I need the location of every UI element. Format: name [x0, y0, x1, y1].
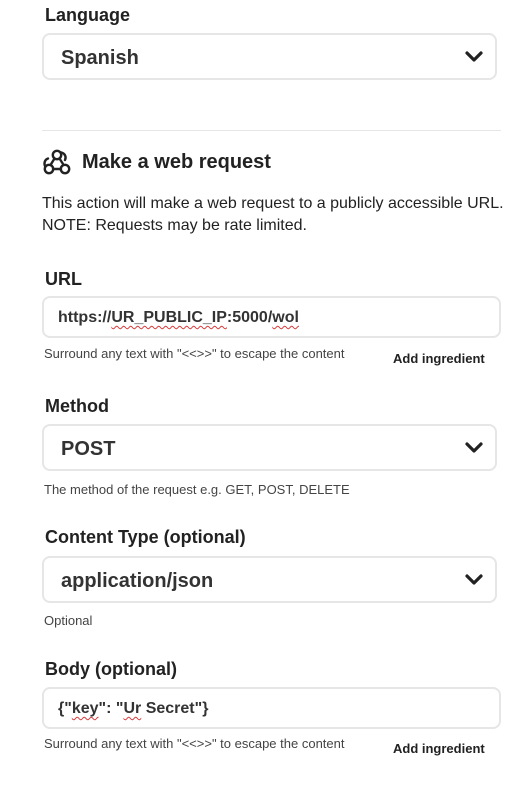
content-type-select[interactable]: application/json	[42, 556, 497, 603]
language-selected-value: Spanish	[61, 47, 139, 69]
url-add-ingredient-button[interactable]: Add ingredient	[393, 351, 485, 367]
body-value-part: {"	[58, 700, 72, 717]
body-helper-text: Surround any text with "<<>>" to escape …	[44, 736, 345, 751]
webhook-icon	[43, 149, 71, 175]
body-value: {"key": "Ur Secret"}	[58, 699, 208, 719]
language-label: Language	[45, 5, 131, 25]
url-value: https://UR_PUBLIC_IP:5000/wol	[58, 308, 299, 328]
description-line-2: NOTE: Requests may be rate limited.	[42, 217, 307, 234]
body-label: Body (optional)	[45, 659, 177, 679]
content-type-label: Content Type (optional)	[45, 527, 246, 547]
body-add-ingredient-button[interactable]: Add ingredient	[393, 741, 485, 757]
method-label: Method	[45, 396, 109, 416]
body-input[interactable]: {"key": "Ur Secret"}	[42, 687, 501, 729]
language-select[interactable]: Spanish	[42, 33, 497, 80]
section-title: Make a web request	[82, 151, 271, 173]
url-value-part: https://	[58, 309, 112, 326]
url-helper-text: Surround any text with "<<>>" to escape …	[44, 346, 345, 361]
method-selected-value: POST	[61, 438, 116, 460]
description-line-1: This action will make a web request to a…	[42, 195, 504, 212]
url-value-part: UR_PUBLIC_IP	[111, 309, 227, 326]
content-type-helper-text: Optional	[44, 613, 93, 628]
body-value-part: key	[71, 700, 99, 717]
chevron-down-icon	[465, 574, 483, 585]
url-input[interactable]: https://UR_PUBLIC_IP:5000/wol	[42, 296, 501, 338]
section-divider	[42, 130, 501, 131]
section-description: This action will make a web request to a…	[42, 193, 512, 237]
body-value-part: Ur	[123, 700, 142, 717]
chevron-down-icon	[465, 442, 483, 453]
url-label: URL	[45, 269, 82, 289]
chevron-down-icon	[465, 51, 483, 62]
url-value-part: :5000/	[226, 309, 273, 326]
body-value-part: ": "	[98, 700, 124, 717]
content-type-selected-value: application/json	[61, 570, 214, 592]
body-value-part: Secret"}	[141, 700, 209, 717]
url-value-part: wol	[272, 309, 299, 326]
method-select[interactable]: POST	[42, 424, 497, 471]
method-helper-text: The method of the request e.g. GET, POST…	[44, 482, 350, 497]
